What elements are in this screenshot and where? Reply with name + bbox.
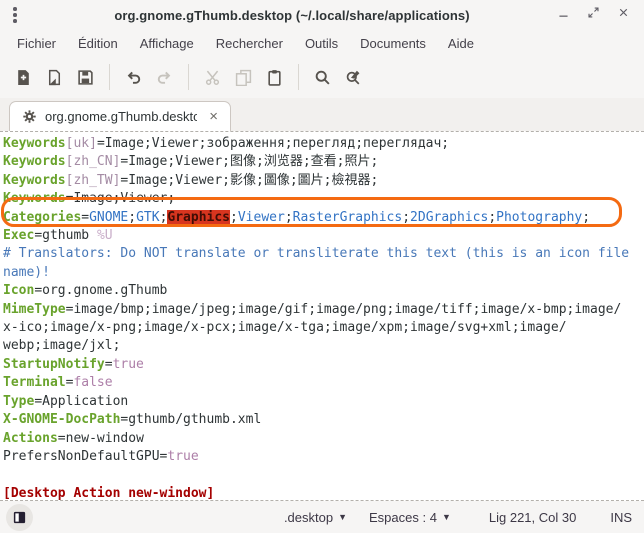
headerbar: org.gnome.gThumb.desktop (~/.local/share… xyxy=(0,0,644,30)
code-line: Categories=GNOME;GTK;Graphics;Viewer;Ras… xyxy=(3,209,644,227)
input-mode-indicator: INS xyxy=(610,510,632,525)
minimize-button[interactable] xyxy=(554,6,572,24)
editor-lines: Keywords[uk]=Image;Viewer;зображення;пер… xyxy=(3,135,644,501)
undo-button[interactable] xyxy=(118,62,148,92)
code-line: Terminal=false xyxy=(3,374,644,392)
toolbar-separator xyxy=(109,64,110,90)
menu-aide[interactable]: Aide xyxy=(439,33,483,54)
find-replace-icon xyxy=(345,69,362,86)
code-line: MimeType=image/bmp;image/jpeg;image/gif;… xyxy=(3,301,644,319)
find-replace-button[interactable] xyxy=(338,62,368,92)
window-menu-icon[interactable] xyxy=(0,7,30,23)
search-icon xyxy=(314,69,331,86)
redo-button xyxy=(149,62,179,92)
code-line: Keywords=Image;Viewer; xyxy=(3,190,644,208)
code-line: X-GNOME-DocPath=gthumb/gthumb.xml xyxy=(3,411,644,429)
side-panel-toggle-button[interactable] xyxy=(6,504,33,531)
code-line xyxy=(3,466,644,484)
menu-fichier[interactable]: Fichier xyxy=(8,33,65,54)
menu-rechercher[interactable]: Rechercher xyxy=(207,33,292,54)
code-line: Keywords[zh_TW]=Image;Viewer;影像;圖像;圖片;檢視… xyxy=(3,172,644,190)
new-document-button[interactable] xyxy=(8,62,38,92)
code-line: Keywords[zh_CN]=Image;Viewer;图像;浏览器;查看;照… xyxy=(3,153,644,171)
menu-edition[interactable]: Édition xyxy=(69,33,127,54)
code-line: Keywords[uk]=Image;Viewer;зображення;пер… xyxy=(3,135,644,153)
statusbar: .desktop ▼ Espaces : 4 ▼ Lig 221, Col 30… xyxy=(0,501,644,533)
menu-outils[interactable]: Outils xyxy=(296,33,347,54)
open-document-button[interactable] xyxy=(39,62,69,92)
code-line: Exec=gthumb %U xyxy=(3,227,644,245)
new-document-icon xyxy=(15,69,32,86)
chevron-down-icon: ▼ xyxy=(442,512,451,522)
cut-button xyxy=(197,62,227,92)
window-controls xyxy=(554,6,644,24)
tab-bar: org.gnome.gThumb.desktop × xyxy=(0,98,644,131)
close-icon xyxy=(617,6,630,24)
search-button[interactable] xyxy=(307,62,337,92)
code-line: webp;image/jxl; xyxy=(3,337,644,355)
menu-affichage[interactable]: Affichage xyxy=(131,33,203,54)
chevron-down-icon: ▼ xyxy=(338,512,347,522)
copy-icon xyxy=(235,69,252,86)
language-mode-dropdown[interactable]: .desktop ▼ xyxy=(280,507,351,528)
code-line: # Translators: Do NOT translate or trans… xyxy=(3,245,644,263)
paste-button[interactable] xyxy=(259,62,289,92)
toolbar-separator xyxy=(188,64,189,90)
paste-icon xyxy=(266,69,283,86)
code-line: Icon=org.gnome.gThumb xyxy=(3,282,644,300)
cut-icon xyxy=(204,69,221,86)
menubar: Fichier Édition Affichage Rechercher Out… xyxy=(0,30,644,56)
statusbar-right: .desktop ▼ Espaces : 4 ▼ Lig 221, Col 30… xyxy=(280,507,632,528)
redo-icon xyxy=(156,69,173,86)
tab-label: org.gnome.gThumb.desktop xyxy=(45,109,197,124)
gear-icon xyxy=(22,109,37,124)
language-mode-label: .desktop xyxy=(284,510,333,525)
toolbar-separator xyxy=(298,64,299,90)
copy-button xyxy=(228,62,258,92)
tab-width-dropdown[interactable]: Espaces : 4 ▼ xyxy=(365,507,455,528)
side-panel-icon xyxy=(12,510,27,525)
tab-close-icon[interactable]: × xyxy=(205,108,222,125)
editor-text-area[interactable]: Keywords[uk]=Image;Viewer;зображення;пер… xyxy=(0,131,644,501)
save-button[interactable] xyxy=(70,62,100,92)
window-title: org.gnome.gThumb.desktop (~/.local/share… xyxy=(30,8,554,23)
code-line: Type=Application xyxy=(3,393,644,411)
minimize-icon xyxy=(557,6,570,24)
open-document-icon xyxy=(46,69,63,86)
cursor-position: Lig 221, Col 30 xyxy=(489,510,576,525)
code-line: x-ico;image/x-png;image/x-pcx;image/x-tg… xyxy=(3,319,644,337)
toolbar xyxy=(0,56,644,98)
code-line: PrefersNonDefaultGPU=true xyxy=(3,448,644,466)
tab-width-label: Espaces : 4 xyxy=(369,510,437,525)
code-line: Actions=new-window xyxy=(3,430,644,448)
restore-icon xyxy=(587,6,600,24)
close-button[interactable] xyxy=(614,6,632,24)
gedit-window: org.gnome.gThumb.desktop (~/.local/share… xyxy=(0,0,644,533)
code-line: [Desktop Action new-window] xyxy=(3,485,644,501)
tab-org-gnome-gthumb-desktop[interactable]: org.gnome.gThumb.desktop × xyxy=(9,101,231,131)
code-line: name)! xyxy=(3,264,644,282)
menu-documents[interactable]: Documents xyxy=(351,33,435,54)
restore-button[interactable] xyxy=(584,6,602,24)
save-icon xyxy=(77,69,94,86)
code-line: StartupNotify=true xyxy=(3,356,644,374)
undo-icon xyxy=(125,69,142,86)
